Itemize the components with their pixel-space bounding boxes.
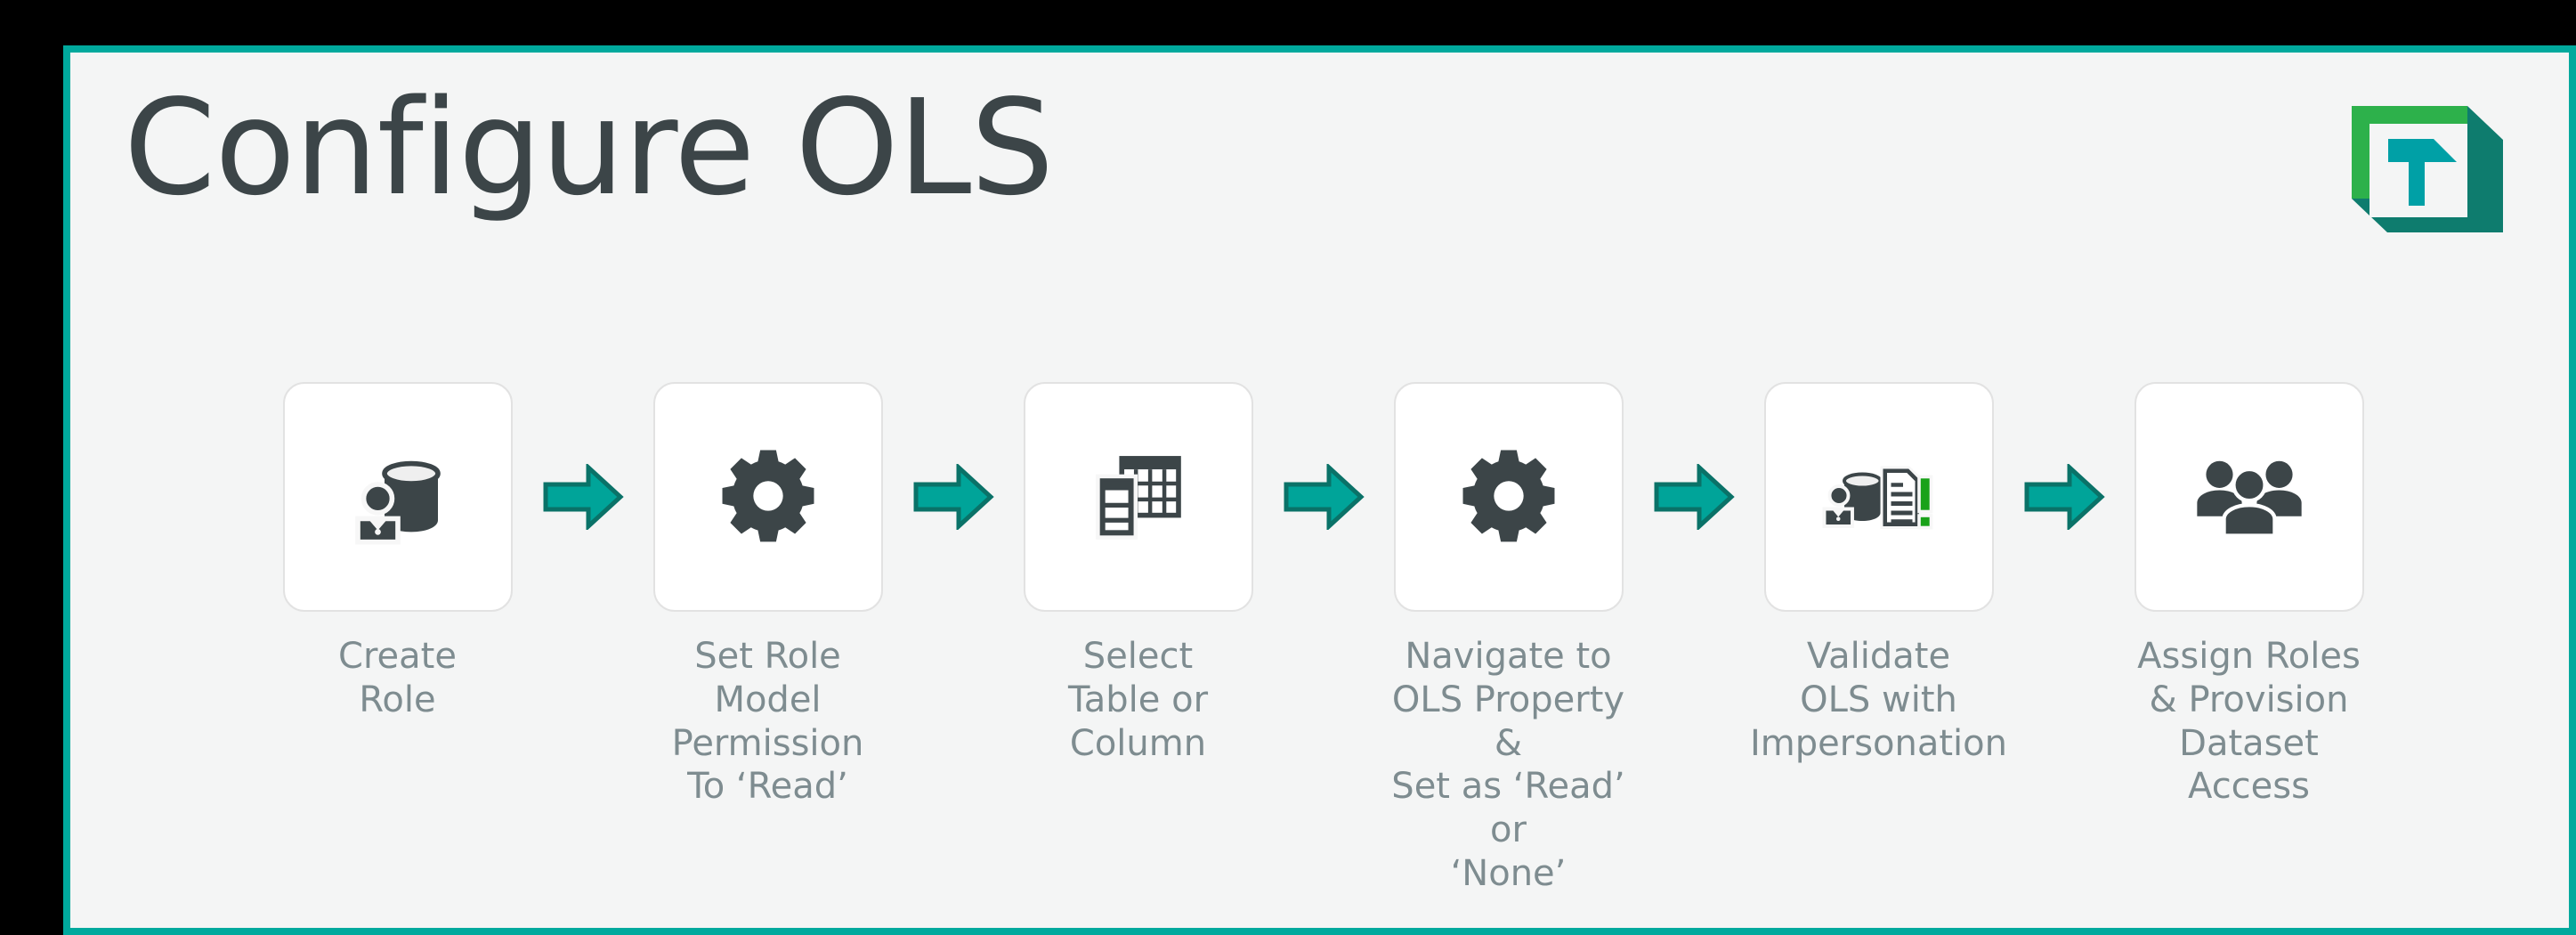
right-arrow-icon [531,382,635,612]
flow-step-navigate-ols-property[interactable]: Navigate to OLS Property & Set as ‘Read’… [1375,382,1642,896]
flow-step-label: Create Role [338,636,457,720]
gear-icon [1457,445,1560,549]
step-card[interactable] [282,382,513,612]
process-flow: Create Role Set Role Model Permission To… [70,382,2576,896]
gear-icon [717,445,820,549]
database-user-icon [344,443,451,550]
users-group-icon [2194,452,2305,541]
flow-step-set-role-model-permission[interactable]: Set Role Model Permission To ‘Read’ [635,382,902,809]
flow-step-label: Set Role Model Permission To ‘Read’ [671,636,864,808]
slide-canvas: Configure OLS Create Role Set Role Model… [70,53,2576,928]
flow-step-label: Assign Roles & Provision Dataset Access [2137,636,2361,808]
flow-step-select-table-or-column[interactable]: Select Table or Column [1005,382,1272,765]
right-arrow-icon [1642,382,1746,612]
flow-step-validate-ols-impersonation[interactable]: Validate OLS with Impersonation [1746,382,2013,765]
alert-exclamation [1916,475,1932,530]
brand-cube-logo [2325,88,2530,248]
flow-step-assign-roles-provision-access[interactable]: Assign Roles & Provision Dataset Access [2116,382,2383,809]
right-arrow-icon [2013,382,2116,612]
step-card[interactable] [1393,382,1624,612]
flow-step-create-role[interactable]: Create Role [264,382,531,722]
page-title: Configure OLS [124,71,1054,224]
step-card[interactable] [2134,382,2364,612]
right-arrow-icon [1272,382,1375,612]
right-arrow-icon [902,382,1005,612]
flow-step-label: Validate OLS with Impersonation [1749,636,2007,764]
step-card[interactable] [1763,382,1994,612]
step-card[interactable] [652,382,883,612]
step-card[interactable] [1023,382,1253,612]
slide-frame: Configure OLS Create Role Set Role Model… [63,45,2576,935]
table-column-icon [1085,443,1192,550]
flow-step-label: Select Table or Column [1067,636,1209,764]
database-user-document-alert-icon [1820,443,1938,550]
flow-step-label: Navigate to OLS Property & Set as ‘Read’… [1391,636,1625,894]
